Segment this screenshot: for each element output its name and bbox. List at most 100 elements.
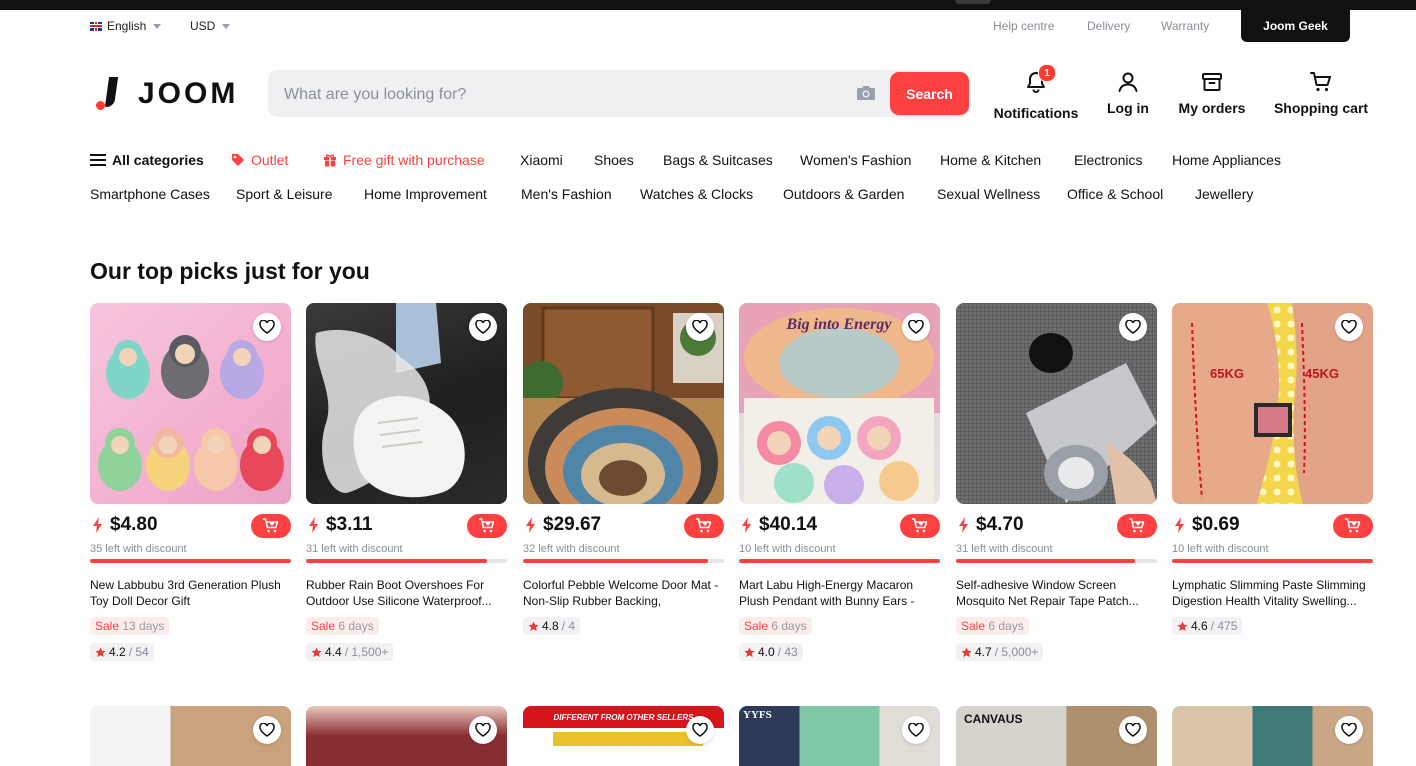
wishlist-button[interactable] — [1335, 313, 1363, 341]
category-electronics[interactable]: Electronics — [1074, 152, 1142, 168]
cart-plus-icon — [696, 518, 712, 533]
wishlist-button[interactable] — [1335, 716, 1363, 744]
category-shoes[interactable]: Shoes — [594, 152, 634, 168]
login-button[interactable]: Log in — [1107, 70, 1149, 116]
stock-left-text: 35 left with discount — [90, 543, 187, 555]
wishlist-button[interactable] — [469, 313, 497, 341]
category-outdoors-garden[interactable]: Outdoors & Garden — [783, 186, 904, 202]
menu-icon — [90, 154, 106, 166]
flash-deal-icon — [93, 517, 102, 533]
logo-mark-icon — [96, 77, 122, 111]
add-to-cart-button[interactable] — [684, 514, 724, 538]
currency-label: USD — [190, 19, 216, 33]
category-free-gift[interactable]: Free gift with purchase — [323, 152, 485, 168]
star-icon — [95, 646, 106, 657]
camera-icon[interactable] — [856, 85, 876, 101]
category-home-kitchen[interactable]: Home & Kitchen — [940, 152, 1041, 168]
currency-selector[interactable]: USD — [190, 19, 231, 33]
language-label: English — [107, 19, 147, 33]
joom-logo[interactable]: JOOM — [96, 77, 238, 111]
add-to-cart-button[interactable] — [900, 514, 940, 538]
product-card[interactable]: $29.67 32 left with discount Colorful Pe… — [523, 303, 724, 637]
product-card[interactable] — [1172, 706, 1373, 766]
cart-plus-icon — [1129, 518, 1145, 533]
product-price: $3.11 — [326, 514, 373, 535]
stock-progress-bar — [523, 559, 724, 563]
product-title: Colorful Pebble Welcome Door Mat - Non-S… — [523, 578, 719, 608]
product-title: Self-adhesive Window Screen Mosquito Net… — [956, 578, 1139, 608]
uk-flag-icon — [90, 21, 102, 31]
add-to-cart-button[interactable] — [467, 514, 507, 538]
language-selector[interactable]: English — [90, 19, 162, 33]
wishlist-button[interactable] — [1119, 313, 1147, 341]
notification-count-badge: 1 — [1038, 64, 1056, 82]
product-image — [90, 303, 291, 504]
warranty-link[interactable]: Warranty — [1161, 19, 1209, 33]
stock-left-text: 10 left with discount — [1172, 543, 1269, 555]
notifications-label: Notifications — [993, 105, 1079, 121]
help-centre-link[interactable]: Help centre — [993, 19, 1054, 33]
add-to-cart-button[interactable] — [251, 514, 291, 538]
heart-icon — [908, 320, 924, 334]
rating-badge: 4.2/ 54 — [90, 643, 154, 661]
category-mens-fashion[interactable]: Men's Fashion — [521, 186, 612, 202]
add-to-cart-button[interactable] — [1333, 514, 1373, 538]
shopping-cart-button[interactable]: Shopping cart — [1273, 70, 1369, 116]
star-icon — [961, 646, 972, 657]
product-card[interactable]: $3.11 31 left with discount Rubber Rain … — [306, 303, 507, 663]
category-home-appliances[interactable]: Home Appliances — [1172, 152, 1281, 168]
all-categories-button[interactable]: All categories — [90, 152, 204, 168]
wishlist-button[interactable] — [253, 716, 281, 744]
rating-badge: 4.0/ 43 — [739, 643, 803, 661]
product-card[interactable] — [306, 706, 507, 766]
wishlist-button[interactable] — [253, 313, 281, 341]
image-brand-text: CANVAUS — [964, 712, 1023, 726]
category-outlet[interactable]: Outlet — [231, 152, 288, 168]
product-card[interactable] — [90, 706, 291, 766]
joom-geek-button[interactable]: Joom Geek — [1241, 10, 1350, 42]
wishlist-button[interactable] — [902, 313, 930, 341]
wishlist-button[interactable] — [686, 716, 714, 744]
my-orders-button[interactable]: My orders — [1179, 70, 1245, 116]
notifications-button[interactable]: 1 Notifications — [993, 64, 1079, 121]
category-xiaomi[interactable]: Xiaomi — [520, 152, 563, 168]
category-office-school[interactable]: Office & School — [1067, 186, 1163, 202]
category-watches-clocks[interactable]: Watches & Clocks — [640, 186, 753, 202]
product-image: Big into Energy — [739, 303, 940, 504]
category-jewellery[interactable]: Jewellery — [1195, 186, 1253, 202]
product-card[interactable]: YYFS — [739, 706, 940, 766]
heart-icon — [475, 723, 491, 737]
wishlist-button[interactable] — [1119, 716, 1147, 744]
category-smartphone-cases[interactable]: Smartphone Cases — [90, 186, 210, 202]
category-bags-suitcases[interactable]: Bags & Suitcases — [663, 152, 773, 168]
wishlist-button[interactable] — [686, 313, 714, 341]
flash-deal-icon — [1175, 517, 1184, 533]
delivery-link[interactable]: Delivery — [1087, 19, 1130, 33]
product-title: New Labbubu 3rd Generation Plush Toy Dol… — [90, 578, 281, 608]
heart-icon — [692, 320, 708, 334]
category-sport-leisure[interactable]: Sport & Leisure — [236, 186, 333, 202]
product-card[interactable]: 65KG 45KG $0.69 10 left with discount Ly… — [1172, 303, 1373, 637]
svg-text:65KG: 65KG — [1210, 366, 1244, 381]
product-card[interactable]: DIFFERENT FROM OTHER SELLERS — [523, 706, 724, 766]
wishlist-button[interactable] — [902, 716, 930, 744]
product-card[interactable]: CANVAUS — [956, 706, 1157, 766]
product-card[interactable]: $4.70 31 left with discount Self-adhesiv… — [956, 303, 1157, 663]
stock-left-text: 10 left with discount — [739, 543, 836, 555]
product-card[interactable]: Big into Energy $40.14 10 left with disc… — [739, 303, 940, 663]
section-title: Our top picks just for you — [90, 258, 370, 284]
heart-icon — [475, 320, 491, 334]
product-title: Mart Labu High-Energy Macaron Plush Pend… — [739, 578, 915, 608]
rating-badge: 4.4/ 1,500+ — [306, 643, 394, 661]
stock-left-text: 32 left with discount — [523, 543, 620, 555]
shopping-cart-label: Shopping cart — [1273, 100, 1369, 116]
wishlist-button[interactable] — [469, 716, 497, 744]
stock-progress-bar — [1172, 559, 1373, 563]
product-card[interactable]: $4.80 35 left with discount New Labbubu … — [90, 303, 291, 663]
category-womens-fashion[interactable]: Women's Fashion — [800, 152, 911, 168]
search-input[interactable] — [282, 70, 846, 119]
category-home-improvement[interactable]: Home Improvement — [364, 186, 487, 202]
category-sexual-wellness[interactable]: Sexual Wellness — [937, 186, 1040, 202]
search-button[interactable]: Search — [890, 72, 969, 115]
add-to-cart-button[interactable] — [1117, 514, 1157, 538]
